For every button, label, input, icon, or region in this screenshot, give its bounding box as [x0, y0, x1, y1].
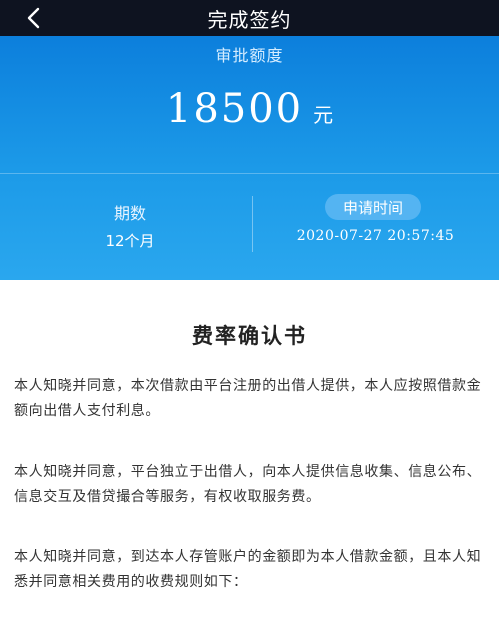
apply-time-badge: 申请时间 [325, 194, 421, 220]
chevron-left-icon [27, 7, 40, 29]
document-paragraph: 本人知晓并同意，到达本人存管账户的金额即为本人借款金额，且本人知悉并同意相关费用… [14, 549, 482, 590]
top-nav-bar: 完成签约 [0, 0, 499, 36]
approved-amount: 18500 元 [0, 86, 499, 132]
rate-confirmation-document: 费率确认书 本人知晓并同意，本次借款由平台注册的出借人提供，本人应按照借款金额向… [0, 280, 499, 636]
period-value: 12个月 [105, 232, 155, 250]
approved-amount-unit: 元 [313, 103, 334, 127]
back-button[interactable] [20, 4, 48, 32]
summary-divider [0, 173, 499, 174]
approved-amount-value: 18500 [165, 86, 304, 132]
document-paragraph: 本人知晓并同意，平台独立于出借人，向本人提供信息收集、信息公布、信息交互及借贷撮… [14, 464, 482, 505]
loan-summary-card: 审批额度 18500 元 期数 12个月 申请时间 2020-07-27 20:5… [0, 36, 499, 280]
document-paragraph: 本人知晓并同意，本次借款由平台注册的出借人提供，本人应按照借款金额向出借人支付利… [14, 378, 482, 419]
apply-time-value: 2020-07-27 20:57:45 [296, 228, 455, 244]
approved-amount-label: 审批额度 [215, 46, 284, 65]
summary-column-divider [252, 196, 253, 252]
page-title: 完成签约 [207, 7, 292, 32]
document-title: 费率确认书 [192, 324, 307, 348]
period-label: 期数 [113, 204, 146, 223]
